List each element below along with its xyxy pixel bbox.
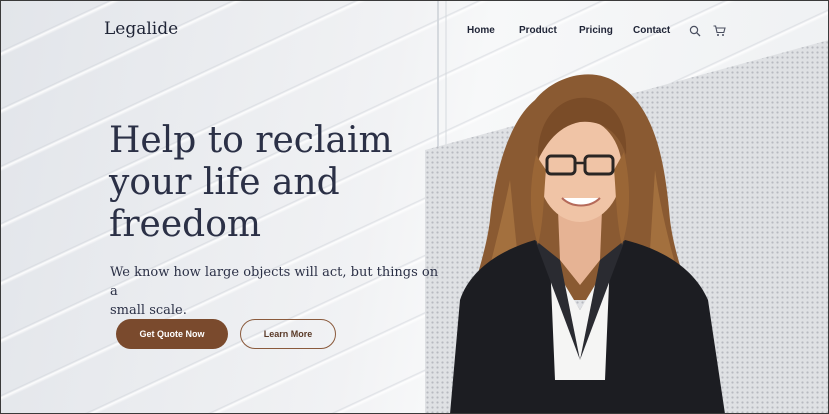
search-icon[interactable] — [689, 24, 701, 42]
headline-line: freedom — [109, 204, 261, 245]
nav-item-contact[interactable]: Contact — [633, 25, 670, 36]
hero-headline: Help to reclaim your life and freedom — [109, 120, 439, 246]
headline-line: Help to reclaim — [109, 120, 393, 161]
nav-item-pricing[interactable]: Pricing — [579, 25, 613, 36]
hero-subtext: We know how large objects will act, but … — [110, 263, 440, 320]
headline-line: your life and — [109, 162, 340, 203]
subtext-line: small scale. — [110, 303, 187, 318]
subtext-line: We know how large objects will act, but … — [110, 265, 439, 299]
learn-more-button[interactable]: Learn More — [240, 319, 336, 349]
cart-icon[interactable] — [713, 24, 726, 42]
brand-logo[interactable]: Legalide — [104, 19, 178, 39]
get-quote-button[interactable]: Get Quote Now — [116, 319, 228, 349]
nav-item-home[interactable]: Home — [467, 25, 495, 36]
hero-portrait-image — [450, 74, 725, 414]
nav-item-product[interactable]: Product — [519, 25, 557, 36]
